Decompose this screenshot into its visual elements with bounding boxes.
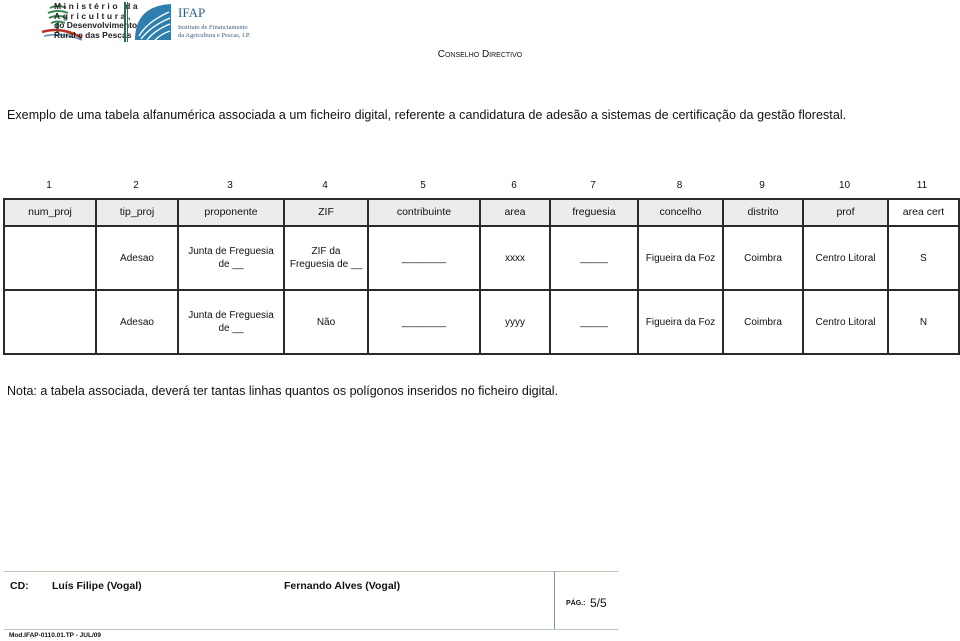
logo-divider [124,2,126,42]
logo-divider-thin [127,2,128,42]
column-number: 6 [511,180,517,191]
header-prof: prof [802,198,889,227]
column-number: 2 [133,180,139,191]
footer-signatory-2: Fernando Alves (Vogal) [284,580,401,592]
council-heading: Conselho Directivo [0,49,960,60]
column-number: 11 [916,180,928,191]
column-number: 10 [838,180,851,191]
table-header-row: num_proj tip_proj proponente ZIF contrib… [3,198,960,227]
council-heading-text: Conselho Directivo [437,49,523,60]
cell-tip-proj: Adesao [95,289,179,355]
ifap-title: IFAP [178,5,206,20]
column-number: 9 [759,180,765,191]
cell-freguesia: _____ [549,289,639,355]
cell-zif: Não [283,289,369,355]
cell-proponente-text: Junta de Freguesia de __ [188,310,274,334]
cell-area: xxxx [479,225,551,291]
ifap-subtitle: Instituto de Financiamento da Agricultur… [178,24,250,40]
column-number: 5 [420,180,426,191]
header-distrito: distrito [722,198,804,227]
table-row: Adesao Junta de Freguesia de __ Não ____… [3,289,960,355]
column-numbers: 1 2 3 4 5 6 7 8 9 10 11 [3,180,957,194]
ifap-logo-icon [135,4,171,41]
footer-model-code: Mod.IFAP-0110.01.TP - JUL/09 [9,632,101,639]
header-num-proj: num_proj [3,198,97,227]
footer-divider [554,571,555,629]
column-number: 3 [227,180,233,191]
cell-area: yyyy [479,289,551,355]
intro-text: Exemplo de uma tabela alfanumérica assoc… [7,108,847,122]
header-zif: ZIF [283,198,369,227]
note-text: Nota: a tabela associada, deverá ter tan… [7,384,559,398]
cell-num-proj [3,225,97,291]
cell-concelho: Figueira da Foz [637,225,724,291]
column-number: 8 [676,180,683,191]
header-concelho: concelho [637,198,724,227]
cell-prof: Centro Litoral [802,289,889,355]
footer-signatory-1: Luís Filipe (Vogal) [52,580,142,592]
column-number: 4 [322,180,328,191]
cell-prof: Centro Litoral [802,225,889,291]
cell-zif-text: ZIF da Freguesia de __ [289,246,363,270]
cell-concelho: Figueira da Foz [637,289,724,355]
footer-top-rule [4,571,618,572]
column-number: 1 [46,180,52,191]
cell-contribuinte: ________ [367,289,481,355]
cell-num-proj [3,289,97,355]
cell-tip-proj: Adesao [95,225,179,291]
ifap-subtitle-line-1: Instituto de Financiamento [178,24,248,31]
footer-page-label: PÁG.: [566,600,586,607]
footer-cd-label: CD: [10,580,29,592]
cell-proponente: Junta de Freguesia de __ [177,225,285,291]
header-area-cert: area cert [887,198,960,227]
header-proponente: proponente [177,198,285,227]
cell-area-cert: S [887,225,960,291]
cell-distrito: Coimbra [722,289,804,355]
header-tip-proj: tip_proj [95,198,179,227]
attribute-table: num_proj tip_proj proponente ZIF contrib… [3,198,960,355]
header-freguesia: freguesia [549,198,639,227]
table-row: Adesao Junta de Freguesia de __ ZIF da F… [3,225,960,291]
footer-bottom-rule [4,629,618,630]
cell-distrito: Coimbra [722,225,804,291]
footer-page-number: 5/5 [590,596,607,610]
ifap-subtitle-line-2: da Agricultura e Pescas, I.P. [178,32,251,39]
cell-proponente-text: Junta de Freguesia de __ [188,246,274,270]
cell-area-cert: N [887,289,960,355]
column-number: 7 [590,180,596,191]
cell-zif: ZIF da Freguesia de __ [283,225,369,291]
header-area: area [479,198,551,227]
header-contribuinte: contribuinte [367,198,481,227]
cell-proponente: Junta de Freguesia de __ [177,289,285,355]
cell-freguesia: _____ [549,225,639,291]
cell-contribuinte: ________ [367,225,481,291]
